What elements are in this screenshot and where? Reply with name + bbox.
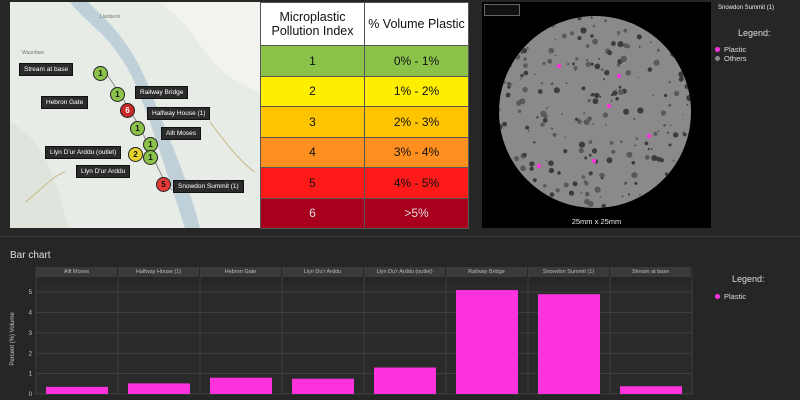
index-row: 3 2% - 3% (260, 106, 469, 138)
category-header: Allt Moses (36, 267, 118, 277)
site-marker-llyn-outlet[interactable]: 2 (128, 147, 143, 162)
site-marker-hebron-gate[interactable]: 6 (120, 103, 135, 118)
bar-chart-title: Bar chart (10, 250, 51, 261)
index-value: 4 (260, 136, 365, 168)
y-tick-label: 0 (29, 392, 33, 398)
category-header: Railway Bridge (446, 267, 528, 277)
sample-micrograph[interactable]: 25mm x 25mm (482, 2, 711, 228)
index-value: 5 (260, 167, 365, 199)
index-range: 2% - 3% (364, 106, 469, 138)
bar-legend-label-plastic: Plastic (724, 292, 747, 301)
site-label-llyn-outlet[interactable]: Llyn D'ur Arddu (outlet) (45, 146, 122, 159)
bar-legend-item-plastic: Plastic (715, 292, 746, 301)
bar-chart-svg: 0 1 2 3 4 5 Percent (%) Volume (10, 267, 693, 398)
bar-4[interactable] (374, 367, 436, 394)
y-tick-label: 1 (29, 372, 33, 378)
y-tick-label: 5 (29, 290, 33, 296)
plastic-swatch-icon (715, 294, 720, 299)
site-label-hebron-gate[interactable]: Hebron Gate (41, 96, 89, 109)
bar-3[interactable] (292, 378, 354, 394)
index-row: 2 1% - 2% (260, 75, 469, 107)
site-marker-halfway-house[interactable]: 1 (130, 121, 145, 136)
micrograph-image (499, 16, 691, 208)
legend-label-plastic: Plastic (724, 45, 747, 54)
micrograph-legend-title: Legend: (738, 28, 771, 38)
micrograph-thumbnail[interactable] (484, 4, 520, 16)
y-tick-label: 2 (29, 351, 33, 357)
site-label-stream-at-base[interactable]: Stream at base (19, 63, 74, 76)
bar-7[interactable] (620, 386, 682, 394)
header-volume-plastic: % Volume Plastic (364, 2, 469, 46)
bar-chart[interactable]: 0 1 2 3 4 5 Percent (%) Volume Allt Moses Halfw… (0, 262, 800, 400)
pollution-index-table: Microplastic Pollution Index % Volume Pl… (260, 2, 469, 229)
bar-6[interactable] (538, 294, 600, 394)
plastic-swatch-icon (715, 47, 720, 52)
category-header: Hebron Gate (200, 267, 282, 277)
y-tick-label: 4 (29, 311, 33, 317)
category-header: Halfway House (1) (118, 267, 200, 277)
index-range: 4% - 5% (364, 167, 469, 199)
site-label-llyn[interactable]: Llyn D'ur Arddu (76, 165, 131, 178)
header-pollution-index: Microplastic Pollution Index (260, 2, 365, 46)
site-label-snowdon-summit[interactable]: Snowdon Summit (1) (173, 180, 244, 193)
bar-5[interactable] (456, 290, 518, 394)
map-terrain (10, 2, 260, 228)
table-header-row: Microplastic Pollution Index % Volume Pl… (260, 2, 469, 46)
site-label-allt-moses[interactable]: Allt Moses (161, 127, 201, 140)
legend-item-plastic: Plastic (715, 45, 746, 54)
bar-0[interactable] (46, 386, 108, 394)
index-row: 1 0% - 1% (260, 45, 469, 77)
index-value: 3 (260, 106, 365, 138)
index-range: 3% - 4% (364, 136, 469, 168)
index-range: >5% (364, 197, 469, 229)
category-header: Llyn Du'r Arddu (282, 267, 364, 277)
y-tick-label: 3 (29, 331, 33, 337)
others-swatch-icon (715, 56, 720, 61)
bar-2[interactable] (210, 377, 272, 394)
bar-legend-title: Legend: (732, 274, 765, 284)
site-label-railway-bridge[interactable]: Railway Bridge (135, 86, 189, 99)
legend-label-others: Others (724, 54, 747, 63)
legend-item-others: Others (715, 54, 747, 63)
bar-1[interactable] (128, 383, 190, 394)
index-row: 5 4% - 5% (260, 167, 469, 199)
site-marker-railway-bridge[interactable]: 1 (110, 87, 125, 102)
site-map[interactable]: Llanberis Waunfawr Stream at base 1 Rail… (10, 2, 260, 228)
index-range: 1% - 2% (364, 75, 469, 107)
micrograph-caption: 25mm x 25mm (571, 217, 622, 226)
y-axis-label: Percent (%) Volume (10, 312, 16, 366)
index-value: 2 (260, 75, 365, 107)
category-header: Llyn Du'r Arddu (outlet) (364, 267, 446, 277)
sample-title: Snowdon Summit (1) (718, 5, 775, 11)
site-marker-llyn[interactable]: 1 (143, 150, 158, 165)
section-divider (0, 236, 800, 237)
site-label-halfway-house[interactable]: Halfway House (1) (147, 107, 211, 120)
site-marker-stream-at-base[interactable]: 1 (93, 66, 108, 81)
category-header: Snowdon Summit (1) (528, 267, 610, 277)
index-value: 6 (260, 197, 365, 229)
site-marker-snowdon-summit[interactable]: 5 (156, 177, 171, 192)
category-header: Stream at base (610, 267, 692, 277)
index-range: 0% - 1% (364, 45, 469, 77)
index-row: 6 >5% (260, 197, 469, 229)
index-value: 1 (260, 45, 365, 77)
index-row: 4 3% - 4% (260, 136, 469, 168)
